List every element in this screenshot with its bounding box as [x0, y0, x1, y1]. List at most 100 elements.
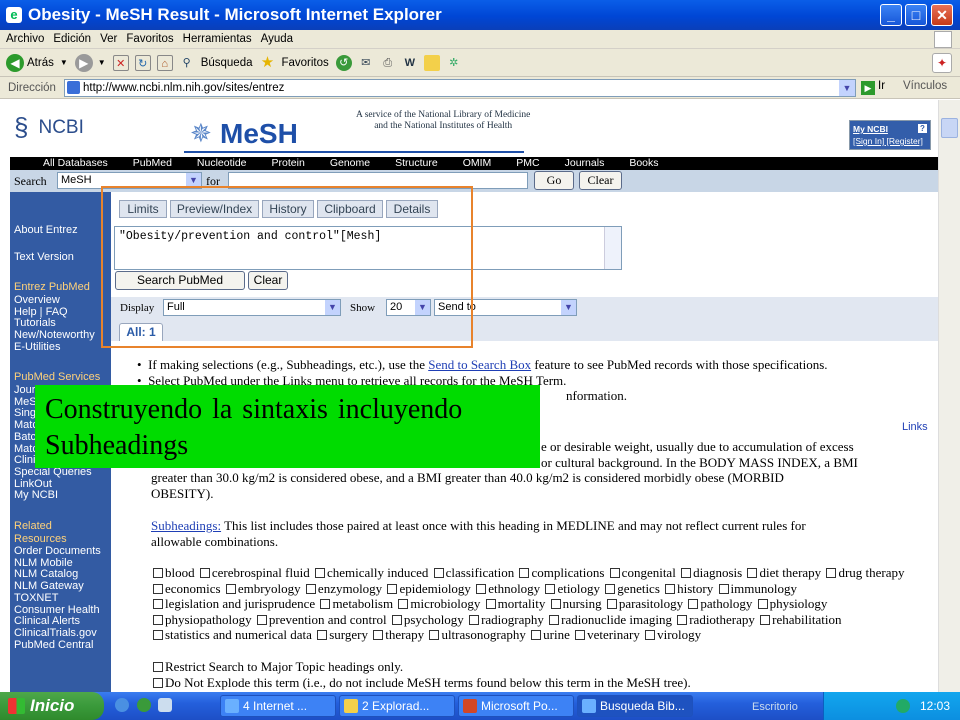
- task-internet[interactable]: 4 Internet ...: [220, 695, 336, 717]
- subheading-checkbox[interactable]: [153, 630, 163, 640]
- subheading-option[interactable]: history: [664, 581, 713, 596]
- nav-books[interactable]: Books: [629, 157, 658, 170]
- links-menu[interactable]: Links: [902, 421, 928, 433]
- mail-icon[interactable]: ✉: [358, 55, 374, 71]
- sidebar-item-clinical-trials[interactable]: ClinicalTrials.gov: [14, 627, 101, 640]
- subheading-checkbox[interactable]: [606, 599, 617, 609]
- subheading-checkbox[interactable]: [317, 630, 328, 640]
- subheading-checkbox[interactable]: [550, 599, 561, 609]
- restrict-option[interactable]: Restrict Search to Major Topic headings …: [152, 659, 932, 675]
- subheading-option[interactable]: classification: [433, 565, 514, 580]
- subheading-option[interactable]: epidemiology: [386, 581, 471, 596]
- subheading-option[interactable]: therapy: [372, 627, 424, 642]
- address-dropdown-icon[interactable]: ▼: [839, 80, 855, 96]
- go-arrow-icon[interactable]: ▶: [861, 81, 875, 95]
- subheading-option[interactable]: genetics: [604, 581, 660, 596]
- tray-icon[interactable]: [896, 699, 910, 713]
- ie-quicklaunch-icon[interactable]: [115, 698, 129, 712]
- subheading-checkbox[interactable]: [429, 630, 440, 640]
- media-quicklaunch-icon[interactable]: [137, 698, 151, 712]
- query-scrollbar[interactable]: [604, 227, 621, 269]
- nav-all-databases[interactable]: All Databases: [43, 157, 108, 170]
- task-busqueda[interactable]: Busqueda Bib...: [577, 695, 693, 717]
- subheading-checkbox[interactable]: [320, 599, 331, 609]
- subheading-option[interactable]: cerebrospinal fluid: [199, 565, 310, 580]
- subheading-option[interactable]: virology: [644, 627, 701, 642]
- subheading-option[interactable]: diagnosis: [680, 565, 742, 580]
- go-search-button[interactable]: Go: [534, 171, 574, 190]
- sidebar-item-order-documents[interactable]: Order Documents: [14, 545, 101, 558]
- menu-ayuda[interactable]: Ayuda: [261, 33, 293, 45]
- links-label[interactable]: Vínculos: [903, 80, 947, 92]
- subheadings-link[interactable]: Subheadings:: [151, 518, 221, 533]
- maximize-button[interactable]: □: [905, 4, 927, 26]
- subheading-checkbox[interactable]: [677, 614, 688, 625]
- vertical-scrollbar[interactable]: [938, 100, 960, 692]
- menu-favoritos[interactable]: Favoritos: [126, 33, 173, 45]
- tools-icon[interactable]: ✦: [932, 53, 952, 73]
- subheading-checkbox[interactable]: [549, 614, 560, 625]
- subheading-checkbox[interactable]: [826, 568, 837, 578]
- desktop-toolbar[interactable]: Escritorio: [752, 701, 798, 713]
- subheading-checkbox[interactable]: [519, 568, 530, 578]
- subheading-checkbox[interactable]: [153, 599, 163, 609]
- subheading-checkbox[interactable]: [469, 614, 480, 625]
- subheading-checkbox[interactable]: [545, 583, 556, 594]
- subheading-checkbox[interactable]: [433, 568, 444, 578]
- subheading-option[interactable]: radiotherapy: [676, 612, 755, 627]
- restrict-checkbox[interactable]: [153, 662, 163, 672]
- subheading-option[interactable]: immunology: [718, 581, 797, 596]
- subheading-checkbox[interactable]: [153, 614, 163, 625]
- subheading-option[interactable]: metabolism: [319, 596, 393, 611]
- desktop-quicklaunch-icon[interactable]: [158, 698, 172, 712]
- nav-genome[interactable]: Genome: [330, 157, 370, 170]
- edit-icon[interactable]: W: [402, 55, 418, 71]
- task-explorer[interactable]: 2 Explorad...: [339, 695, 455, 717]
- sidebar-item-special-queries[interactable]: Special Queries: [14, 466, 92, 479]
- subheading-checkbox[interactable]: [531, 630, 542, 640]
- noexplode-checkbox[interactable]: [153, 677, 163, 688]
- subheading-option[interactable]: microbiology: [397, 596, 480, 611]
- menu-archivo[interactable]: Archivo: [6, 33, 44, 45]
- subheading-option[interactable]: radiography: [468, 612, 544, 627]
- minimize-button[interactable]: _: [880, 4, 902, 26]
- subheading-option[interactable]: drug therapy: [825, 565, 905, 580]
- subheading-checkbox[interactable]: [681, 568, 692, 578]
- nav-journals[interactable]: Journals: [565, 157, 605, 170]
- subheading-option[interactable]: economics: [152, 581, 221, 596]
- subheading-checkbox[interactable]: [665, 583, 676, 594]
- search-button[interactable]: ⚲ Búsqueda: [179, 55, 253, 71]
- folder-icon[interactable]: [423, 54, 440, 71]
- clear-search-button[interactable]: Clear: [579, 171, 622, 190]
- subheading-option[interactable]: surgery: [316, 627, 368, 642]
- subheading-checkbox[interactable]: [199, 568, 210, 578]
- subheading-option[interactable]: physiology: [757, 596, 827, 611]
- subheading-checkbox[interactable]: [305, 583, 316, 594]
- subheading-checkbox[interactable]: [225, 583, 236, 594]
- subheading-option[interactable]: parasitology: [606, 596, 683, 611]
- subheading-checkbox[interactable]: [747, 568, 758, 578]
- task-powerpoint[interactable]: Microsoft Po...: [458, 695, 574, 717]
- subheading-option[interactable]: complications: [518, 565, 604, 580]
- subheading-option[interactable]: ethnology: [475, 581, 540, 596]
- subheading-option[interactable]: radionuclide imaging: [548, 612, 672, 627]
- help-icon[interactable]: ?: [918, 124, 927, 133]
- subheading-option[interactable]: embryology: [225, 581, 301, 596]
- subheading-checkbox[interactable]: [575, 630, 586, 640]
- sidebar-item-pubmed-central[interactable]: PubMed Central: [14, 639, 101, 652]
- sidebar-item-toxnet[interactable]: TOXNET: [14, 592, 101, 605]
- nav-omim[interactable]: OMIM: [463, 157, 492, 170]
- sidebar-about-entrez[interactable]: About Entrez: [14, 224, 78, 237]
- subheading-checkbox[interactable]: [760, 614, 771, 625]
- nav-structure[interactable]: Structure: [395, 157, 438, 170]
- subheading-option[interactable]: nursing: [550, 596, 602, 611]
- subheading-checkbox[interactable]: [476, 583, 487, 594]
- go-button[interactable]: Ir: [878, 80, 885, 92]
- subheading-option[interactable]: chemically induced: [314, 565, 428, 580]
- subheading-option[interactable]: prevention and control: [256, 612, 387, 627]
- subheading-checkbox[interactable]: [605, 583, 616, 594]
- noexplode-option[interactable]: Do Not Explode this term (i.e., do not i…: [152, 675, 932, 691]
- subheading-checkbox[interactable]: [153, 568, 163, 578]
- subheading-checkbox[interactable]: [391, 614, 402, 625]
- send-to-search-box-link[interactable]: Send to Search Box: [428, 357, 531, 372]
